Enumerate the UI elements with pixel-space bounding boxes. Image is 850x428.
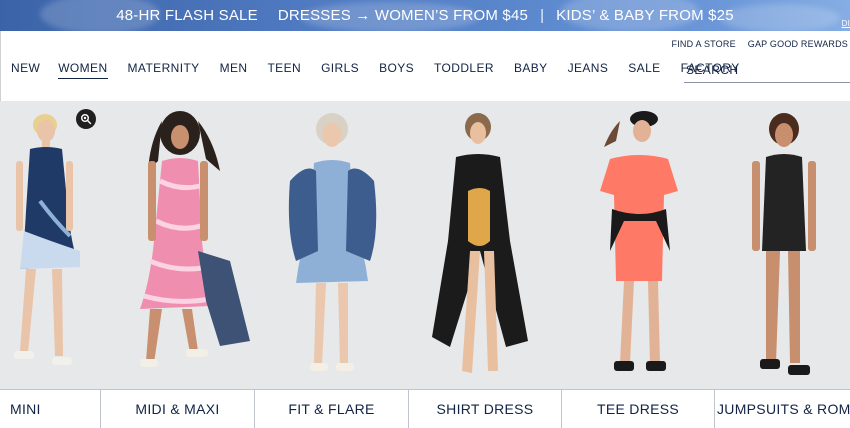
- nav-item-jeans[interactable]: JEANS: [568, 61, 609, 75]
- promo-banner[interactable]: 48-HR FLASH SALE DRESSES → WOMEN’S FROM …: [0, 0, 850, 31]
- nav-item-baby[interactable]: BABY: [514, 61, 548, 75]
- model-shirt-dress-image: [432, 113, 528, 373]
- gap-good-rewards-link[interactable]: GAP GOOD REWARDS: [748, 39, 848, 49]
- zoom-search-icon[interactable]: [76, 109, 96, 129]
- nav-item-girls[interactable]: GIRLS: [321, 61, 359, 75]
- main-nav: NEW WOMEN MATERNITY MEN TEEN GIRLS BOYS …: [11, 61, 740, 79]
- nav-item-women[interactable]: WOMEN: [58, 61, 108, 79]
- category-fit-flare[interactable]: FIT & FLARE: [255, 390, 409, 428]
- category-shirt-dress[interactable]: SHIRT DRESS: [409, 390, 562, 428]
- hero-banner[interactable]: [0, 101, 850, 389]
- category-midi-maxi[interactable]: MIDI & MAXI: [101, 390, 255, 428]
- category-tee-dress[interactable]: TEE DRESS: [562, 390, 715, 428]
- utility-links: FIND A STORE GAP GOOD REWARDS: [672, 39, 848, 49]
- nav-item-toddler[interactable]: TODDLER: [434, 61, 494, 75]
- nav-item-men[interactable]: MEN: [220, 61, 248, 75]
- model-fit-flare-image: [288, 113, 377, 371]
- promo-details-link[interactable]: DI: [842, 19, 850, 28]
- find-a-store-link[interactable]: FIND A STORE: [672, 39, 736, 49]
- model-jumpsuit-romper-image: [752, 113, 816, 375]
- category-mini[interactable]: MINI: [0, 390, 101, 428]
- promo-flash-sale[interactable]: 48-HR FLASH SALE: [106, 7, 268, 24]
- category-bar: MINI MIDI & MAXI FIT & FLARE SHIRT DRESS…: [0, 389, 850, 428]
- model-mini-dress-image: [14, 114, 80, 365]
- search-input[interactable]: [684, 62, 850, 77]
- nav-item-sale[interactable]: SALE: [628, 61, 660, 75]
- promo-dresses-women[interactable]: DRESSES → WOMEN’S FROM $45: [268, 7, 538, 24]
- promo-separator: |: [540, 7, 545, 24]
- search-bar[interactable]: [684, 57, 850, 83]
- model-midi-maxi-image: [140, 111, 250, 367]
- nav-item-boys[interactable]: BOYS: [379, 61, 414, 75]
- nav-item-new[interactable]: NEW: [11, 61, 40, 75]
- category-jumpsuits-rompers[interactable]: JUMPSUITS & ROMPERS: [715, 390, 850, 428]
- nav-item-teen[interactable]: TEEN: [267, 61, 301, 75]
- model-tee-dress-image: [600, 111, 678, 371]
- site-header: FIND A STORE GAP GOOD REWARDS NEW WOMEN …: [0, 31, 850, 101]
- nav-item-maternity[interactable]: MATERNITY: [128, 61, 200, 75]
- promo-kids-baby[interactable]: KIDS’ & BABY FROM $25: [546, 7, 744, 24]
